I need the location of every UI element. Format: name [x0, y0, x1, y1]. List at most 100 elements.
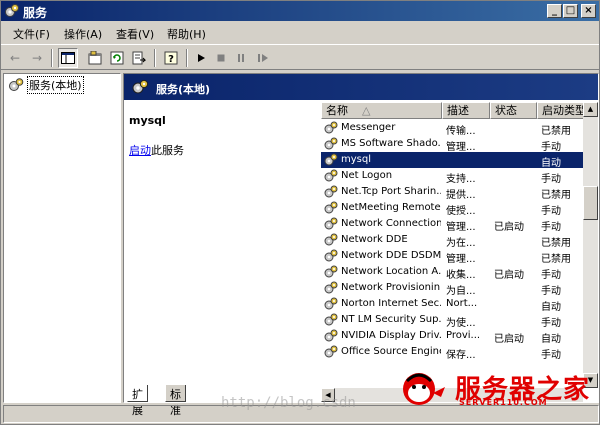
start-service-line: 启动此服务	[129, 142, 184, 158]
tab-extended[interactable]: 扩展	[127, 385, 148, 417]
table-row[interactable]: Net.Tcp Port Sharin... 提供... 已禁用	[321, 184, 583, 201]
service-startup-cell: 手动	[541, 206, 561, 217]
table-row[interactable]: Network Connections 管理... 已启动 手动	[321, 216, 583, 233]
service-name-cell: NT LM Security Sup...	[341, 314, 441, 325]
menu-file[interactable]: 文件(F)	[13, 26, 50, 42]
service-startup-cell: 已禁用	[541, 254, 571, 265]
title-bar[interactable]: 服务 _ □ ×	[1, 1, 599, 21]
service-gear-icon	[324, 201, 338, 214]
service-desc-cell: Provi...	[446, 330, 481, 341]
export-list-icon[interactable]	[129, 48, 149, 68]
column-header-name[interactable]: 名称 △	[321, 102, 442, 119]
service-gear-icon	[324, 169, 338, 182]
pane-header-title: 服务(本地)	[156, 83, 211, 96]
service-gear-icon	[324, 265, 338, 278]
service-name-cell: mysql	[341, 154, 371, 165]
tree-pane[interactable]: 服务(本地)	[3, 73, 121, 403]
service-name-cell: Net Logon	[341, 170, 393, 181]
service-startup-cell: 已禁用	[541, 238, 571, 249]
table-row[interactable]: Network DDE 为在... 已禁用	[321, 232, 583, 249]
table-row[interactable]: Network Location A... 收集... 已启动 手动	[321, 264, 583, 281]
table-row[interactable]: Messenger 传输... 已禁用	[321, 120, 583, 137]
service-name-cell: Network DDE	[341, 234, 408, 245]
table-row[interactable]: NetMeeting Remote... 使授... 手动	[321, 200, 583, 217]
service-desc-cell: 管理...	[446, 142, 476, 153]
window-title: 服务	[23, 6, 48, 20]
services-gear-icon	[5, 4, 19, 17]
column-header-description[interactable]: 描述	[442, 102, 490, 119]
minimize-button[interactable]: _	[547, 4, 562, 18]
details-pane: 服务(本地) mysql 启动此服务 名称 △ 描述 状态 启动类型 Messen…	[123, 73, 599, 403]
service-desc-cell: 为使...	[446, 318, 476, 329]
toolbar: ← → ?	[1, 44, 599, 70]
table-row[interactable]: Office Source Engine 保存... 手动	[321, 344, 583, 361]
service-desc-cell: 保存...	[446, 350, 476, 361]
pause-service-icon[interactable]	[231, 48, 251, 68]
selected-service-name: mysql	[129, 114, 166, 127]
service-startup-cell: 手动	[541, 350, 561, 361]
start-service-link[interactable]: 启动	[129, 144, 151, 157]
refresh-icon[interactable]	[107, 48, 127, 68]
back-arrow-icon[interactable]: ←	[5, 48, 25, 68]
table-row[interactable]: Norton Internet Sec... Nort... 自动	[321, 296, 583, 313]
service-gear-icon	[324, 345, 338, 358]
column-header-startup-type[interactable]: 启动类型	[537, 102, 583, 119]
tree-item-services-local[interactable]: 服务(本地)	[6, 76, 86, 94]
scroll-up-button[interactable]: ▲	[583, 102, 598, 117]
service-name-cell: Network Location A...	[341, 266, 441, 277]
service-gear-icon	[324, 297, 338, 310]
service-desc-cell: 传输...	[446, 126, 476, 137]
service-startup-cell: 手动	[541, 270, 561, 281]
service-gear-icon	[324, 185, 338, 198]
table-row[interactable]: Net Logon 支持... 手动	[321, 168, 583, 185]
menu-action[interactable]: 操作(A)	[64, 26, 102, 42]
table-row[interactable]: Network DDE DSDM 管理... 已禁用	[321, 248, 583, 265]
table-row[interactable]: MS Software Shado... 管理... 手动	[321, 136, 583, 153]
service-startup-cell: 自动	[541, 158, 561, 169]
service-name-cell: Net.Tcp Port Sharin...	[341, 186, 441, 197]
service-desc-cell: Nort...	[446, 298, 478, 309]
service-name-cell: Network DDE DSDM	[341, 250, 441, 261]
restart-service-icon[interactable]	[253, 48, 273, 68]
service-gear-icon	[324, 121, 338, 134]
services-list[interactable]: 名称 △ 描述 状态 启动类型 Messenger 传输... 已禁用 MS Softw…	[321, 102, 583, 388]
help-icon[interactable]: ?	[161, 48, 181, 68]
close-button[interactable]: ×	[581, 4, 596, 18]
vertical-scrollbar[interactable]: ▲ ▼	[583, 102, 598, 388]
sort-ascending-icon: △	[362, 104, 371, 117]
table-row[interactable]: NT LM Security Sup... 为使... 手动	[321, 312, 583, 329]
mascot-logo-icon	[403, 373, 445, 405]
service-desc-cell: 管理...	[446, 254, 476, 265]
service-desc-cell: 支持...	[446, 174, 476, 185]
service-startup-cell: 手动	[541, 174, 561, 185]
tree-item-label: 服务(本地)	[27, 76, 84, 94]
tab-standard[interactable]: 标准	[165, 385, 186, 417]
site-logo: 服务器之家 SERVER110.COM	[397, 367, 599, 407]
table-row[interactable]: Network Provisionin... 为自... 手动	[321, 280, 583, 297]
maximize-button[interactable]: □	[563, 4, 578, 18]
menu-bar: 文件(F) 操作(A) 查看(V) 帮助(H)	[1, 23, 599, 43]
show-hide-tree-icon[interactable]	[58, 48, 78, 68]
service-startup-cell: 手动	[541, 286, 561, 297]
services-window: 服务 _ □ × 文件(F) 操作(A) 查看(V) 帮助(H) ← → ? 服…	[0, 0, 600, 425]
start-service-suffix: 此服务	[151, 144, 184, 157]
service-gear-icon	[324, 217, 338, 230]
start-service-icon[interactable]	[191, 48, 211, 68]
column-header-status[interactable]: 状态	[490, 102, 537, 119]
services-gear-icon	[9, 78, 24, 91]
service-desc-cell: 管理...	[446, 222, 476, 233]
service-name-cell: Office Source Engine	[341, 346, 441, 357]
toolbar-separator	[186, 49, 188, 67]
menu-help[interactable]: 帮助(H)	[167, 26, 206, 42]
forward-arrow-icon[interactable]: →	[27, 48, 47, 68]
table-row[interactable]: mysql 自动	[321, 152, 583, 169]
scroll-thumb[interactable]	[583, 186, 598, 220]
list-header: 名称 △ 描述 状态 启动类型	[321, 102, 583, 119]
stop-service-icon[interactable]	[211, 48, 231, 68]
service-gear-icon	[324, 329, 338, 342]
properties-icon[interactable]	[85, 48, 105, 68]
menu-view[interactable]: 查看(V)	[116, 26, 154, 42]
logo-subtext: SERVER110.COM	[459, 398, 548, 407]
table-row[interactable]: NVIDIA Display Driv... Provi... 已启动 自动	[321, 328, 583, 345]
service-name-cell: Network Provisionin...	[341, 282, 441, 293]
